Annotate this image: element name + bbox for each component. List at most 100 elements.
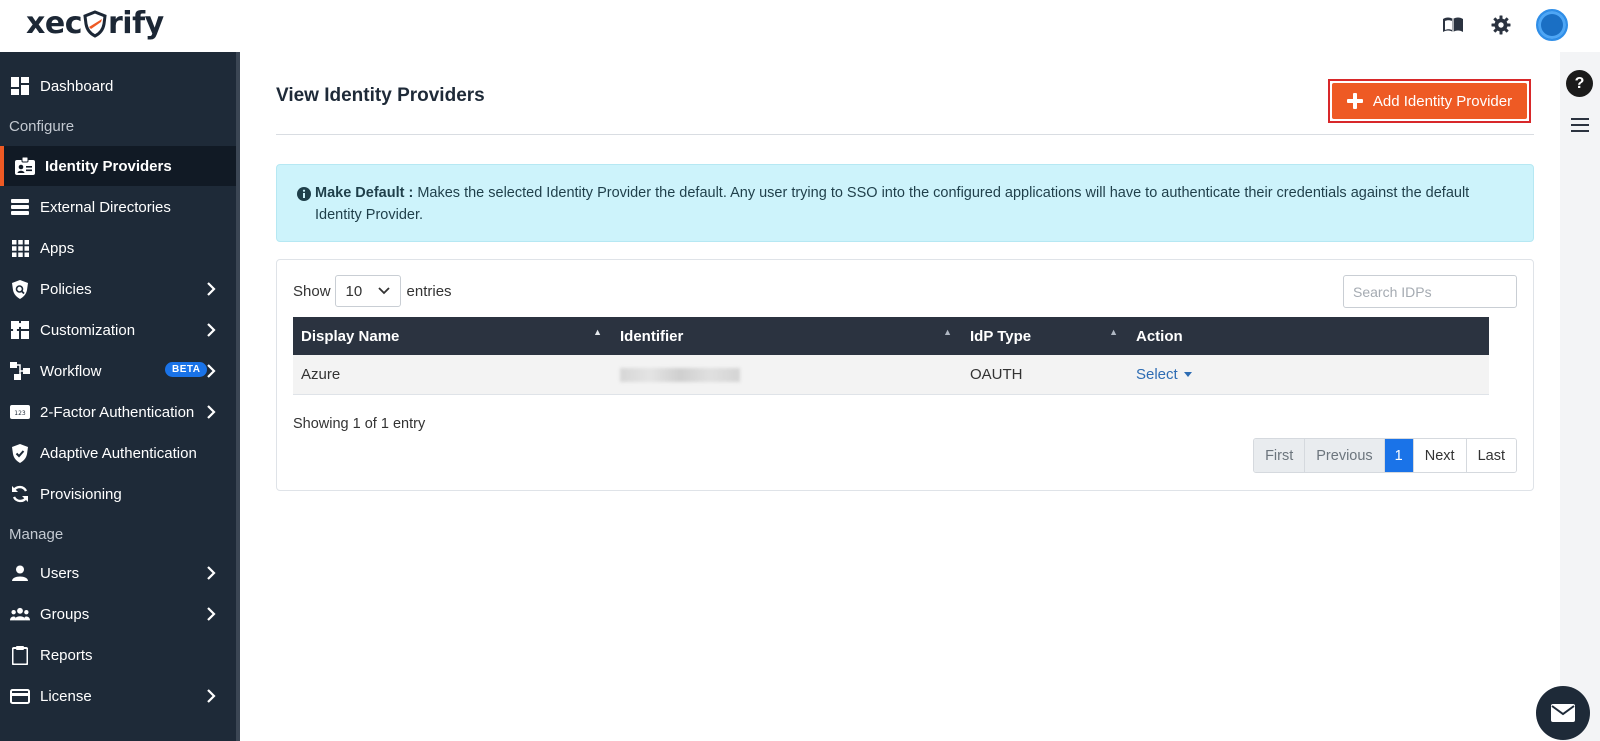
identity-providers-card: Show 10 entries Display Name ▲ Identifier…: [276, 259, 1534, 491]
avatar[interactable]: [1536, 9, 1568, 41]
section-label-manage: Manage: [9, 526, 64, 543]
sidebar-item-workflow[interactable]: Workflow BETA: [0, 351, 236, 391]
sidebar-item-groups[interactable]: Groups: [0, 594, 236, 634]
pagination-next[interactable]: Next: [1413, 439, 1467, 472]
section-label-configure: Configure: [9, 118, 75, 135]
sidebar-item-users[interactable]: Users: [0, 553, 236, 593]
help-icon[interactable]: ?: [1566, 70, 1593, 97]
main-content: View Identity Providers Add Identity Pro…: [240, 52, 1560, 741]
idp-table: Display Name ▲ Identifier ▲ IdP Type ▲ Acti…: [293, 317, 1489, 395]
workflow-icon: [10, 361, 30, 381]
chevron-right-icon: [207, 282, 216, 296]
xecurify-logo[interactable]: xec rify: [26, 6, 164, 41]
shield-check-icon: [10, 443, 30, 463]
sidebar-item-label: Adaptive Authentication: [40, 444, 197, 462]
sidebar-item-label: Provisioning: [40, 485, 122, 503]
chevron-right-icon: [207, 689, 216, 703]
logo-text-prefix: xec: [26, 6, 82, 41]
sidebar-item-label: Users: [40, 564, 80, 582]
add-identity-provider-button[interactable]: Add Identity Provider: [1332, 83, 1527, 119]
pagination-page-1[interactable]: 1: [1384, 439, 1414, 472]
page-title: View Identity Providers: [276, 85, 485, 106]
user-icon: [10, 563, 30, 583]
sidebar-item-adaptive-authentication[interactable]: Adaptive Authentication: [0, 433, 236, 473]
search-idps-input[interactable]: [1343, 275, 1517, 308]
sidebar-item-label: Apps: [40, 239, 75, 257]
chevron-right-icon: [207, 566, 216, 580]
cell-identifier: [612, 355, 962, 394]
column-header-display-name[interactable]: Display Name ▲: [293, 317, 612, 355]
column-label: Action: [1136, 327, 1183, 345]
caret-down-icon: [1183, 372, 1192, 378]
table-header-row: Display Name ▲ Identifier ▲ IdP Type ▲ Acti…: [293, 317, 1489, 355]
entries-label: entries: [406, 282, 452, 300]
sort-asc-icon: ▲: [593, 327, 602, 337]
apps-grid-icon: [10, 238, 30, 258]
sidebar-item-label: Workflow: [40, 362, 102, 380]
column-header-action: Action: [1128, 317, 1489, 355]
sidebar-item-reports[interactable]: Reports: [0, 635, 236, 675]
make-default-alert: Make Default : Makes the selected Identi…: [276, 164, 1534, 242]
sidebar-item-policies[interactable]: Policies: [0, 269, 236, 309]
show-label: Show: [293, 282, 331, 300]
right-rail: ?: [1560, 52, 1600, 741]
cell-action: Select: [1128, 355, 1489, 394]
sidebar-item-label: Customization: [40, 321, 136, 339]
title-divider: [276, 134, 1534, 135]
select-label: Select: [1136, 365, 1178, 383]
shield-search-icon: [10, 279, 30, 299]
pagination-last[interactable]: Last: [1466, 439, 1516, 472]
column-header-identifier[interactable]: Identifier ▲: [612, 317, 962, 355]
column-label: Display Name: [301, 327, 400, 345]
id-card-icon: [15, 156, 35, 176]
page-length-select[interactable]: 10: [334, 275, 401, 307]
sidebar-item-apps[interactable]: Apps: [0, 228, 236, 268]
gear-icon[interactable]: [1488, 12, 1514, 38]
pagination-previous[interactable]: Previous: [1305, 439, 1385, 472]
hamburger-menu-icon[interactable]: [1571, 118, 1589, 132]
sidebar-item-license[interactable]: License: [0, 676, 236, 716]
column-label: IdP Type: [970, 327, 1032, 345]
sidebar-item-external-directories[interactable]: External Directories: [0, 187, 236, 227]
sidebar-item-label: Reports: [40, 646, 93, 664]
chevron-down-icon: [377, 287, 390, 295]
sort-icon: ▲: [1109, 327, 1118, 337]
add-button-highlight: Add Identity Provider: [1328, 79, 1531, 123]
book-icon[interactable]: [1440, 12, 1466, 38]
top-bar: xec rify: [0, 0, 1600, 52]
mail-support-button[interactable]: [1536, 686, 1590, 740]
chevron-right-icon: [207, 607, 216, 621]
sidebar-item-label: Policies: [40, 280, 92, 298]
mail-icon: [1551, 704, 1575, 722]
groups-icon: [10, 604, 30, 624]
sidebar-item-identity-providers[interactable]: Identity Providers: [0, 146, 236, 186]
pagination: First Previous 1 Next Last: [1253, 438, 1517, 473]
table-info: Showing 1 of 1 entry: [293, 416, 426, 432]
sync-icon: [10, 484, 30, 504]
sidebar-item-label: External Directories: [40, 198, 171, 216]
sidebar-item-dashboard[interactable]: Dashboard: [0, 66, 236, 106]
sidebar-item-2-factor-authentication[interactable]: 123 2-Factor Authentication: [0, 392, 236, 432]
sidebar-item-label: Groups: [40, 605, 90, 623]
alert-label: Make Default :: [315, 185, 414, 201]
logo-shield-icon: [83, 9, 107, 38]
svg-text:123: 123: [14, 410, 26, 417]
column-label: Identifier: [620, 327, 684, 345]
sidebar-item-provisioning[interactable]: Provisioning: [0, 474, 236, 514]
column-header-idp-type[interactable]: IdP Type ▲: [962, 317, 1128, 355]
license-icon: [10, 686, 30, 706]
directory-icon: [10, 197, 30, 217]
sidebar-item-label: Identity Providers: [45, 157, 172, 175]
two-factor-icon: 123: [10, 402, 30, 422]
table-row: Azure OAUTH Select: [293, 355, 1489, 394]
select-action-dropdown[interactable]: Select: [1136, 366, 1192, 383]
info-icon: [297, 187, 311, 201]
sort-icon: ▲: [943, 327, 952, 337]
cell-idp-type: OAUTH: [970, 365, 1023, 383]
pagination-first[interactable]: First: [1254, 439, 1306, 472]
sidebar-item-customization[interactable]: Customization: [0, 310, 236, 350]
clipboard-icon: [10, 645, 30, 665]
page-length-value: 10: [345, 282, 363, 300]
puzzle-icon: [10, 320, 30, 340]
redacted-identifier: [620, 367, 740, 382]
